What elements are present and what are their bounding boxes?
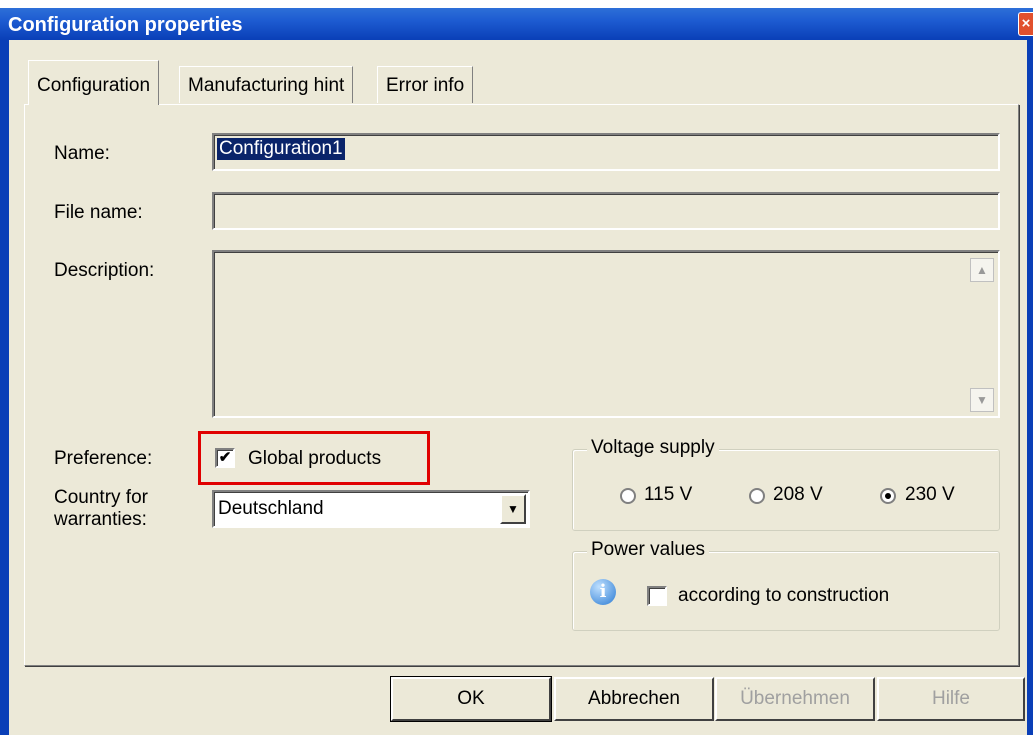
- checkmark-icon: ✔: [218, 449, 232, 466]
- cancel-button[interactable]: Abbrechen: [554, 677, 714, 721]
- ok-button[interactable]: OK: [390, 676, 552, 722]
- radio-208v[interactable]: [749, 488, 765, 504]
- description-label: Description:: [54, 260, 155, 281]
- window-frame-left: [0, 40, 9, 735]
- name-field[interactable]: Configuration1: [212, 133, 1000, 171]
- according-to-construction-checkbox[interactable]: [647, 586, 667, 606]
- close-icon: ×: [1021, 15, 1031, 32]
- scroll-down-icon[interactable]: ▼: [970, 388, 994, 412]
- window-title: Configuration properties: [8, 14, 243, 36]
- radio-230v-label: 230 V: [905, 484, 955, 505]
- title-bar[interactable]: Configuration properties ×: [0, 0, 1033, 40]
- close-button[interactable]: ×: [1018, 12, 1033, 36]
- file-name-label: File name:: [54, 202, 143, 223]
- tab-label: Error info: [386, 75, 465, 96]
- window-frame-right: [1027, 40, 1033, 735]
- preference-label: Preference:: [54, 448, 153, 469]
- tab-label: Configuration: [37, 75, 151, 96]
- chevron-down-icon[interactable]: ▼: [500, 494, 526, 524]
- global-products-checkbox[interactable]: ✔: [215, 448, 235, 468]
- country-label: Country for warranties:: [54, 487, 148, 531]
- radio-230v[interactable]: [880, 488, 896, 504]
- voltage-supply-legend: Voltage supply: [587, 437, 719, 459]
- name-value: Configuration1: [217, 138, 345, 160]
- file-name-field[interactable]: [212, 192, 1000, 230]
- according-to-construction-label: according to construction: [678, 585, 890, 606]
- scroll-up-icon[interactable]: ▲: [970, 258, 994, 282]
- country-value: Deutschland: [218, 498, 324, 519]
- radio-115v-label: 115 V: [644, 484, 693, 505]
- country-label-line1: Country for: [54, 487, 148, 508]
- tab-label: Manufacturing hint: [188, 75, 345, 96]
- name-label: Name:: [54, 143, 110, 164]
- power-values-group: Power values i according to construction: [572, 539, 1000, 631]
- tab-error-info[interactable]: Error info: [377, 66, 474, 103]
- power-values-legend: Power values: [587, 539, 710, 561]
- radio-208v-label: 208 V: [773, 484, 823, 505]
- tab-configuration[interactable]: Configuration: [28, 60, 160, 105]
- info-icon: i: [590, 579, 616, 605]
- voltage-supply-group: Voltage supply 115 V 208 V 230 V: [572, 437, 1000, 531]
- radio-115v[interactable]: [620, 488, 636, 504]
- apply-button[interactable]: Übernehmen: [715, 677, 875, 721]
- help-button[interactable]: Hilfe: [877, 677, 1025, 721]
- global-products-label: Global products: [248, 448, 382, 469]
- tab-manufacturing-hint[interactable]: Manufacturing hint: [179, 66, 354, 103]
- country-label-line2: warranties:: [54, 509, 147, 530]
- description-textarea[interactable]: ▲ ▼: [212, 250, 1000, 418]
- country-select[interactable]: Deutschland ▼: [212, 490, 530, 528]
